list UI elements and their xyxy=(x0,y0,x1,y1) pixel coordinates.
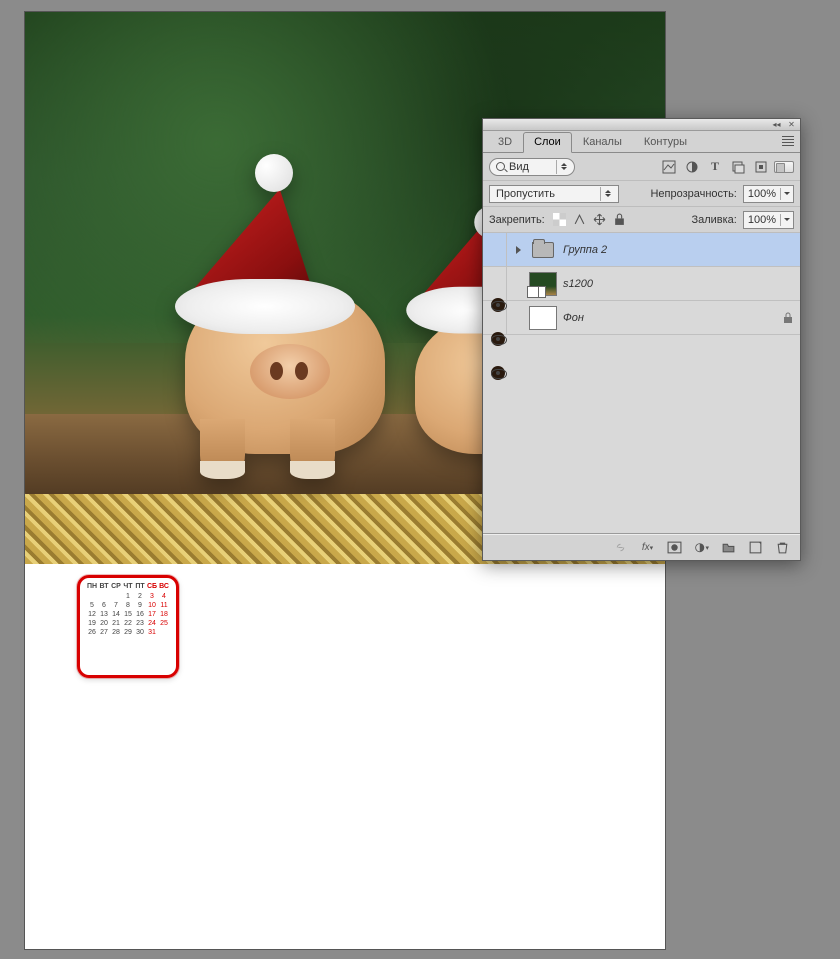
layer-thumb-solid xyxy=(529,306,557,330)
layer-row[interactable]: s1200 xyxy=(483,267,800,301)
calendar-widget[interactable]: ПН ВТ СР ЧТ ПТ СБ ВС 1234 567891011 1213… xyxy=(77,575,179,678)
filter-toggle[interactable] xyxy=(774,161,794,173)
blend-mode-select[interactable]: Пропустить xyxy=(489,185,619,203)
layer-thumb-image xyxy=(529,272,557,296)
visibility-toggle-icon[interactable] xyxy=(491,332,505,346)
filter-smart-icon[interactable] xyxy=(754,160,768,174)
filter-adjust-icon[interactable] xyxy=(685,160,699,174)
layers-panel: ◂◂ ✕ 3D Слои Каналы Контуры Вид T Пропус… xyxy=(482,118,801,561)
opacity-input[interactable]: 100% xyxy=(743,185,794,203)
layer-name[interactable]: s1200 xyxy=(563,278,593,290)
delete-layer-icon[interactable] xyxy=(775,540,790,555)
filter-type-icon[interactable]: T xyxy=(708,160,722,174)
tab-3d[interactable]: 3D xyxy=(487,132,523,152)
lock-position-icon[interactable] xyxy=(593,213,606,226)
fill-label: Заливка: xyxy=(691,214,736,226)
lock-transparency-icon[interactable] xyxy=(553,213,566,226)
layer-name[interactable]: Фон xyxy=(563,312,584,324)
lock-label: Закрепить: xyxy=(489,214,545,226)
close-icon[interactable]: ✕ xyxy=(787,120,796,129)
panel-menu-icon[interactable] xyxy=(780,134,796,148)
fill-value: 100% xyxy=(744,214,781,226)
filter-shape-icon[interactable] xyxy=(731,160,745,174)
layers-list: Группа 2 s1200 Фон xyxy=(483,233,800,534)
lock-all-icon[interactable] xyxy=(613,213,626,226)
expand-group-icon[interactable] xyxy=(513,246,523,254)
link-layers-icon xyxy=(613,540,628,555)
lock-pixels-icon[interactable] xyxy=(573,213,586,226)
layer-row[interactable]: Фон xyxy=(483,301,800,335)
filter-pixel-icon[interactable] xyxy=(662,160,676,174)
calendar-header-row: ПН ВТ СР ЧТ ПТ СБ ВС xyxy=(86,583,170,590)
tab-paths[interactable]: Контуры xyxy=(633,132,698,152)
tab-layers[interactable]: Слои xyxy=(523,132,572,153)
visibility-toggle-icon[interactable] xyxy=(491,298,505,312)
collapse-icon[interactable]: ◂◂ xyxy=(772,120,781,129)
blend-row: Пропустить Непрозрачность: 100% xyxy=(483,181,800,207)
filter-type-label: Вид xyxy=(509,161,529,173)
opacity-value: 100% xyxy=(744,188,781,200)
layer-row[interactable]: Группа 2 xyxy=(483,233,800,267)
layer-fx-button[interactable]: fx▾ xyxy=(640,540,655,555)
panel-tabs: 3D Слои Каналы Контуры xyxy=(483,131,800,153)
panel-titlebar: ◂◂ ✕ xyxy=(483,119,800,131)
layer-thumb-folder xyxy=(529,238,557,262)
layer-name[interactable]: Группа 2 xyxy=(563,244,607,256)
tab-channels[interactable]: Каналы xyxy=(572,132,633,152)
add-mask-icon[interactable] xyxy=(667,540,682,555)
new-layer-icon[interactable] xyxy=(748,540,763,555)
layer-filter-row: Вид T xyxy=(483,153,800,181)
lock-row: Закрепить: Заливка: 100% xyxy=(483,207,800,233)
filter-type-select[interactable]: Вид xyxy=(489,158,575,176)
new-group-icon[interactable] xyxy=(721,540,736,555)
visibility-toggle-icon[interactable] xyxy=(491,366,505,380)
opacity-label: Непрозрачность: xyxy=(650,188,736,200)
blend-mode-label: Пропустить xyxy=(496,188,596,200)
search-icon xyxy=(496,162,505,171)
lock-icon xyxy=(782,312,794,324)
fill-input[interactable]: 100% xyxy=(743,211,794,229)
new-adjustment-icon[interactable]: ▾ xyxy=(694,540,709,555)
panel-footer: fx▾ ▾ xyxy=(483,534,800,560)
